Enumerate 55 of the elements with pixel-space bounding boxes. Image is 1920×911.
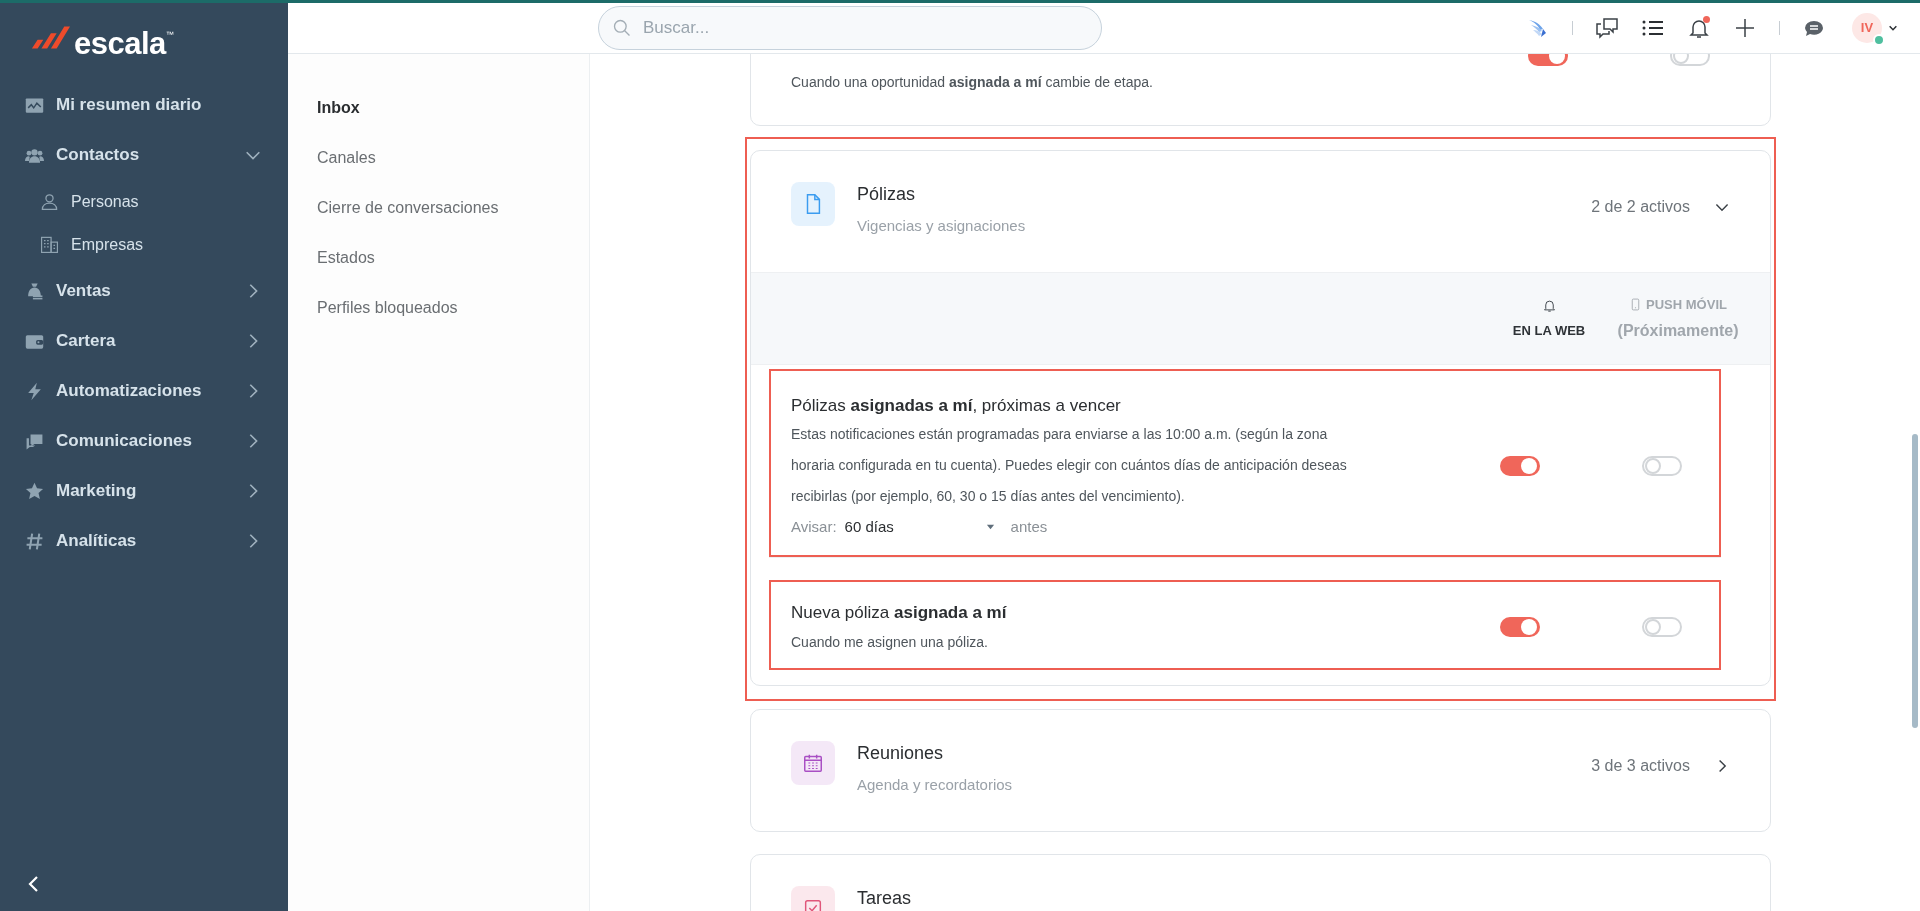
group-title: Tareas [857,887,913,911]
group-subtitle: Agenda y recordatorios [857,774,1014,795]
active-count: 2 de 2 activos [1591,196,1690,217]
group-header[interactable]: Pólizas Vigencias y asignaciones 2 de 2 activos [751,150,1770,273]
group-header[interactable]: Tareas [751,855,1770,911]
search-icon [612,17,632,38]
person-icon [40,192,59,211]
sidebar-item[interactable]: Cartera [0,316,288,366]
group-header[interactable]: Reuniones Agenda y recordatorios 3 de 3 activos [751,709,1770,832]
notification-title: Nueva póliza asignada a mí [791,602,1008,625]
toggle-switch[interactable] [1642,617,1682,638]
scrollbar-thumb[interactable] [1912,433,1918,728]
sidebar-item[interactable]: Mi resumen diario [0,80,288,130]
toggle-switch[interactable] [1500,617,1540,638]
sidebar-item[interactable]: Comunicaciones [0,416,288,466]
setting-suffix: antes [1010,516,1048,537]
sidebar-subitem[interactable]: Empresas [0,223,288,266]
days-dropdown[interactable]: 60 días [844,515,995,539]
group-title: Pólizas [857,182,917,206]
sidebar-item[interactable]: Contactos [0,130,288,180]
settings-menu-item[interactable]: Estados [288,232,589,283]
setting-label: Avisar: [791,516,837,537]
trademark-mark: ™ [165,29,174,39]
notification-description: Cuando una oportunidad asignada a mí cambie de etapa. [791,72,1154,92]
cash-stack-icon [25,281,44,301]
notification-title: Pólizas asignadas a mí, próximas a vencer [791,395,1122,418]
brand-name: escala [74,25,166,63]
caret-icon [985,522,995,532]
settings-menu-item[interactable]: Inbox [288,82,589,133]
toggle-switch[interactable] [1500,455,1540,476]
sidebar-item[interactable]: Marketing [0,466,288,516]
search-field[interactable]: Buscar... [598,5,1102,50]
notification-description: Cuando me asignen una póliza. [791,632,989,652]
sidebar-item[interactable]: Analíticas [0,516,288,566]
chat-bubbles-icon [25,431,44,451]
hash-icon [25,531,44,551]
star-icon [25,481,44,501]
column-note: (Próximamente) [1617,320,1739,341]
notification-description: Estas notificaciones están programadas para enviarse a las 10:00 a.m. (según la zona horaria configurada en tu cuenta). Puedes elegir con cuántos días de anticipación deseas recibirlas (por ejemplo, 60, 30 o 15 días antes del vencimiento). [791,424,1348,506]
toggle-switch[interactable] [1642,455,1682,476]
column-label: PUSH MÓVIL [1646,296,1727,315]
chat-bubbles-icon[interactable] [1595,15,1619,40]
settings-menu-item[interactable]: Perfiles bloqueados [288,282,589,333]
sidebar-subitem[interactable]: Personas [0,180,288,223]
active-count: 3 de 3 activos [1591,755,1690,776]
sidebar-item[interactable]: Ventas [0,266,288,316]
building-icon [40,235,59,254]
sidebar-item[interactable]: Automatizaciones [0,366,288,416]
group-subtitle: Vigencias y asignaciones [857,215,1027,236]
settings-menu-item[interactable]: Canales [288,132,589,183]
settings-menu-item[interactable]: Cierre de conversaciones [288,182,589,233]
group-title: Reuniones [857,741,945,765]
column-label: EN LA WEB [1512,321,1586,340]
chart-icon [25,95,44,115]
bell-icon [1541,297,1557,313]
